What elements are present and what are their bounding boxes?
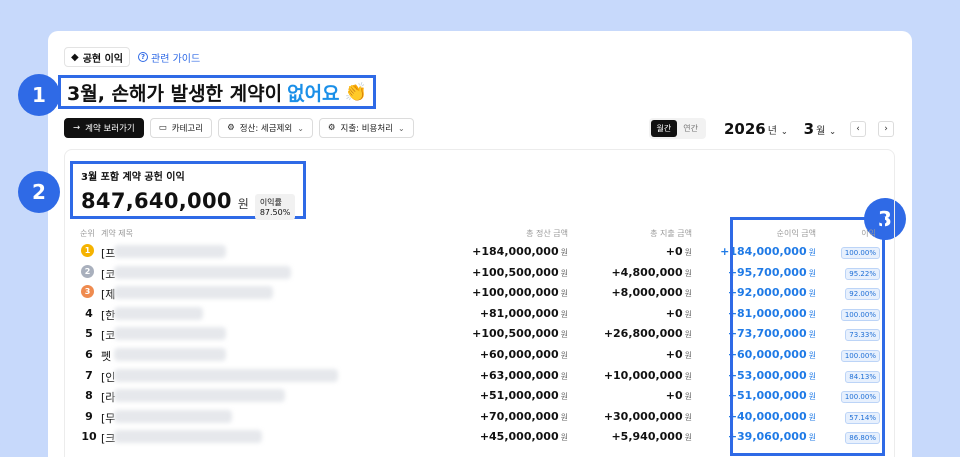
gear-icon: ⚙ [227,123,235,133]
row-rank: 9 [85,409,93,423]
view-contracts-button[interactable]: → 계약 보러가기 [64,118,144,138]
arrow-right-icon: → [73,123,81,133]
medal-bronze-icon: 3 [81,285,94,299]
row-rank: 10 [81,430,97,444]
monthly-tab[interactable]: 월간 [650,120,678,137]
row-expense: +8,000,000 원 [611,286,692,300]
summary-rate-badge: 이익률 87.50% [254,194,296,220]
profit-chip[interactable]: ◆ 공현 이익 [64,47,130,67]
row-expense: +30,000,000 원 [603,409,692,423]
row-expense: +0 원 [665,389,692,403]
row-settlement: +100,500,000 원 [472,327,568,341]
row-title-redacted [114,286,273,300]
row-settlement: +60,000,000 원 [479,348,568,361]
top-line: ◆ 공현 이익 ? 관련 가이드 [64,47,200,67]
row-title-redacted [114,327,226,341]
row-settlement: +81,000,000 원 [479,306,568,320]
row-expense: +0 원 [665,306,692,320]
row-title-redacted [114,348,226,361]
row-settlement: +51,000,000 원 [479,389,568,403]
expense-filter-label: 지출: 비용처리 [340,124,394,134]
chevron-down-icon: ⌄ [398,123,405,133]
row-settlement: +45,000,000 원 [479,430,568,444]
row-expense: +4,800,000 원 [611,265,692,279]
row-title-redacted [114,430,262,444]
medal-silver-icon: 2 [81,264,94,278]
chevron-down-icon: ⌄ [780,126,788,136]
chevron-left-icon: ‹ [856,123,860,134]
summary-unit: 원 [237,197,249,211]
net-profit-highlight [730,217,885,456]
row-title-prefix[interactable]: 펫 [101,348,111,364]
summary-title: 3월 포함 계약 공헌 이익 [81,172,185,183]
row-title-redacted [114,368,338,382]
row-rank: 5 [85,327,93,341]
row-settlement: +70,000,000 원 [479,409,568,423]
header-expense: 총 지출 금액 [650,229,692,238]
next-month-button[interactable]: › [878,120,894,137]
profit-chip-label: 공현 이익 [82,53,123,65]
guide-link-label: 관련 가이드 [151,53,201,65]
settlement-filter[interactable]: ⚙ 정산: 세금제외 ⌄ [218,118,313,138]
year-value: 2026 [724,119,766,138]
row-settlement: +100,000,000 원 [472,286,568,300]
row-title-redacted [114,265,291,279]
year-unit: 년 [767,125,777,137]
row-title-redacted [114,245,226,258]
row-expense: +0 원 [665,348,692,361]
callout-badge-1: 1 [18,74,60,116]
year-select[interactable]: 2026 년 ⌄ [724,120,788,138]
header-title: 계약 제목 [101,229,133,238]
month-value: 3 [803,119,815,138]
tag-icon: ▭ [158,123,167,133]
header-rank: 순위 [80,229,95,238]
row-rank: 6 [85,348,93,361]
row-settlement: +63,000,000 원 [479,368,568,382]
period-toggle: 월간 연간 [648,118,706,139]
page-headline: 3월, 손해가 발생한 계약이 없어요 👏 [58,75,376,109]
medal-gold-icon: 1 [81,244,94,257]
row-expense: +0 원 [665,245,692,258]
prev-month-button[interactable]: ‹ [850,120,866,137]
headline-accent: 없어요 [287,82,340,105]
clap-icon: 👏 [344,81,367,103]
row-title-redacted [114,306,203,320]
expense-filter[interactable]: ⚙ 지출: 비용처리 ⌄ [318,118,414,138]
filter-toolbar: → 계약 보러가기 ▭ 카테고리 ⚙ 정산: 세금제외 ⌄ ⚙ 지출: 비용처리… [64,118,414,138]
period-controls: 월간 연간 2026 년 ⌄ 3 월 ⌄ ‹ › [648,118,894,139]
headline-main: 3월, 손해가 발생한 계약이 [67,82,283,105]
row-expense: +10,000,000 원 [603,368,692,382]
callout-badge-2: 2 [18,171,60,213]
row-settlement: +184,000,000 원 [472,245,568,258]
row-settlement: +100,500,000 원 [472,265,568,279]
guide-link[interactable]: ? 관련 가이드 [138,50,200,65]
gear-icon: ⚙ [327,123,336,133]
view-contracts-label: 계약 보러가기 [85,124,135,134]
chevron-down-icon: ⌄ [829,126,836,136]
chevron-right-icon: › [884,123,888,134]
month-select[interactable]: 3 월 ⌄ [804,120,836,138]
row-title-redacted [114,389,285,403]
row-rank: 8 [85,389,93,403]
row-rank: 7 [85,368,93,382]
question-icon: ? [138,52,148,62]
yearly-tab[interactable]: 연간 [677,120,704,137]
header-settlement: 총 정산 금액 [526,229,568,238]
settlement-filter-label: 정산: 세금제외 [239,124,293,134]
category-label: 카테고리 [171,124,204,134]
row-rank: 4 [85,306,93,320]
chevron-down-icon: ⌄ [297,123,304,133]
month-unit: 월 [816,125,826,137]
category-button[interactable]: ▭ 카테고리 [149,118,213,138]
profit-summary: 3월 포함 계약 공헌 이익 847,640,000 원 이익률 87.50% [70,161,306,220]
summary-value-row: 847,640,000 원 이익률 87.50% [81,189,296,223]
row-expense: +26,800,000 원 [603,327,692,341]
summary-amount: 847,640,000 [81,189,232,213]
diamond-icon: ◆ [71,51,79,63]
row-expense: +5,940,000 원 [611,430,692,444]
row-title-redacted [114,409,232,423]
